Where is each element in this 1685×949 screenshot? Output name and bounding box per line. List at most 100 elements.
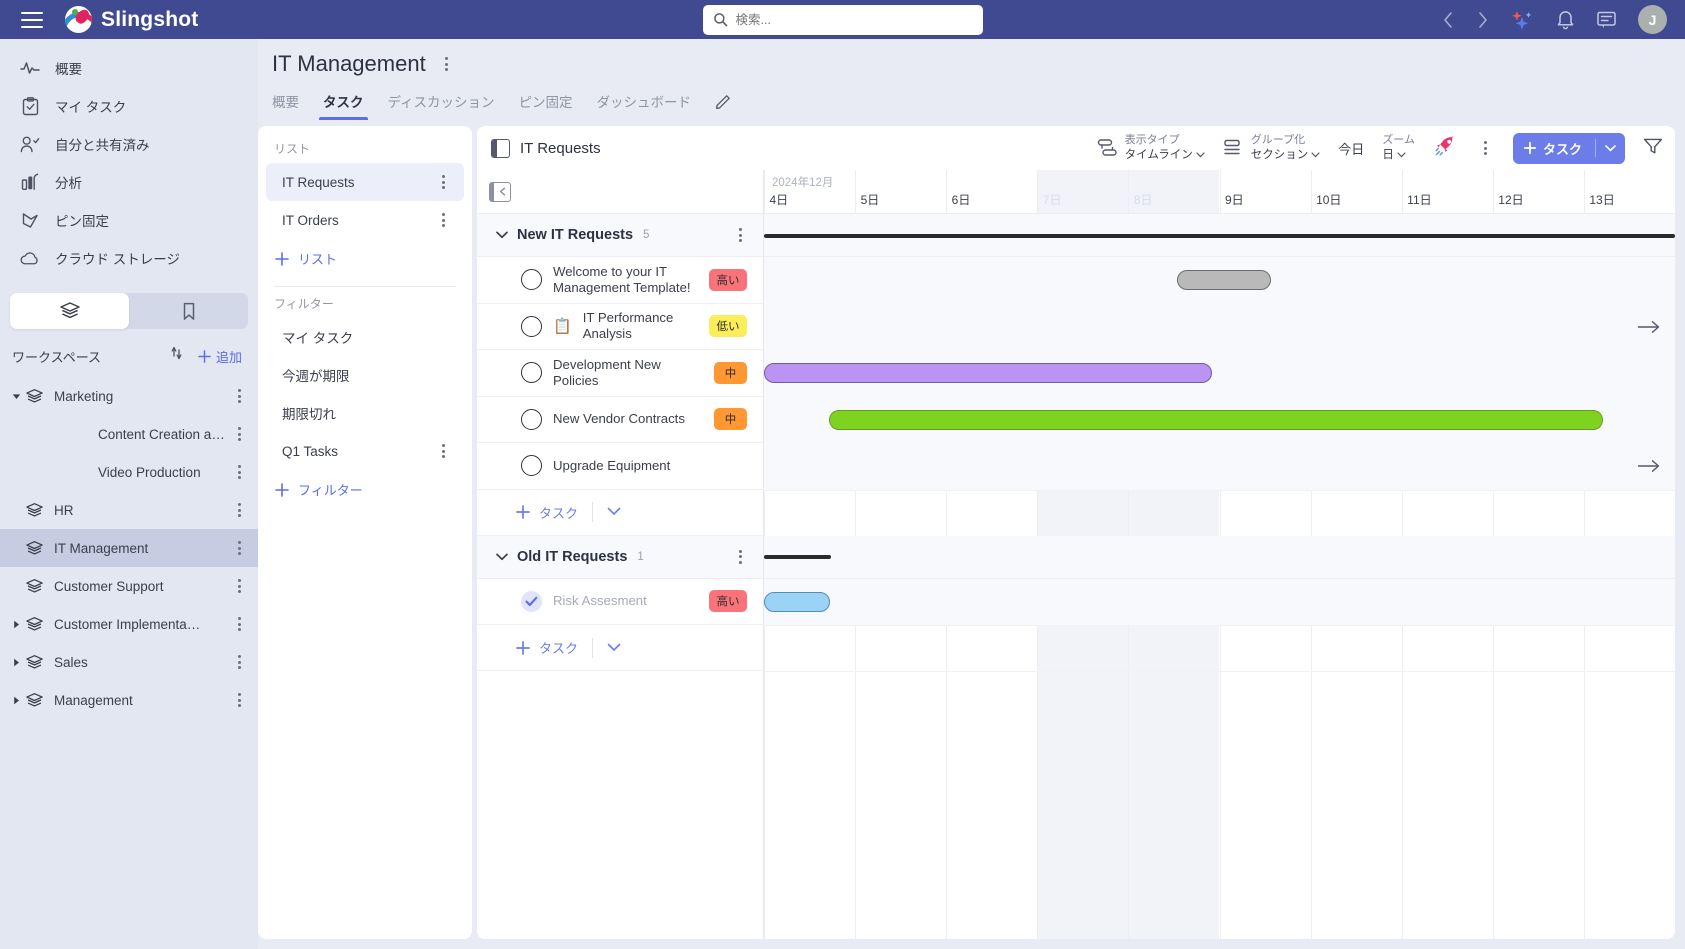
list-more-icon[interactable] bbox=[434, 213, 452, 227]
filter-item-my-tasks[interactable]: マイ タスク bbox=[266, 318, 464, 356]
chat-icon[interactable] bbox=[1596, 10, 1617, 30]
workspace-item-hr[interactable]: HR bbox=[0, 491, 258, 529]
sidebar-item-analytics[interactable]: 分析 bbox=[0, 163, 258, 201]
caret-right-icon[interactable] bbox=[8, 620, 24, 629]
workspace-item-customer-implementa[interactable]: Customer Implementa… bbox=[0, 605, 258, 643]
caret-right-icon[interactable] bbox=[8, 658, 24, 667]
sidebar-item-shared-with-me[interactable]: 自分と共有済み bbox=[0, 125, 258, 163]
workspace-item-content-creation-an[interactable]: Content Creation an… bbox=[0, 415, 258, 453]
project-more-icon[interactable] bbox=[438, 57, 456, 71]
table-row[interactable]: New Vendor Contracts 中 bbox=[477, 397, 763, 443]
task-checkbox[interactable] bbox=[521, 315, 542, 337]
gantt-section-more-icon[interactable] bbox=[731, 228, 749, 242]
table-row[interactable]: Upgrade Equipment bbox=[477, 443, 763, 490]
workspace-item-sales[interactable]: Sales bbox=[0, 643, 258, 681]
filter-icon[interactable] bbox=[1643, 137, 1663, 160]
table-row[interactable]: 📋 IT Performance Analysis 低い bbox=[477, 304, 763, 350]
filter-item-due-this-week[interactable]: 今週が期限 bbox=[266, 356, 464, 394]
add-task-options-icon[interactable] bbox=[607, 639, 621, 657]
gantt-more-icon[interactable] bbox=[1477, 141, 1495, 155]
task-checkbox[interactable] bbox=[521, 269, 542, 291]
filter-item-overdue[interactable]: 期限切れ bbox=[266, 394, 464, 432]
sidebar-item-pinned[interactable]: ピン固定 bbox=[0, 201, 258, 239]
workspace-item-video-production[interactable]: Video Production bbox=[0, 453, 258, 491]
search-input[interactable] bbox=[735, 12, 973, 27]
chevron-down-icon[interactable] bbox=[491, 231, 513, 239]
table-row[interactable]: Risk Assesment 高い bbox=[477, 579, 763, 625]
caret-down-icon[interactable] bbox=[8, 393, 24, 400]
hamburger-menu-icon[interactable] bbox=[21, 11, 43, 28]
table-row[interactable]: Development New Policies 中 bbox=[477, 350, 763, 397]
add-task-dropdown-icon[interactable] bbox=[1596, 144, 1625, 152]
gantt-bar[interactable] bbox=[764, 591, 830, 612]
caret-right-icon[interactable] bbox=[8, 696, 24, 705]
workspace-item-more-icon[interactable] bbox=[230, 693, 248, 707]
filter-more-icon[interactable] bbox=[434, 444, 452, 458]
sidebar-tab-workspaces[interactable] bbox=[10, 293, 129, 329]
workspace-tree: Marketing Content Creation an… Video Produ… bbox=[0, 377, 258, 719]
user-avatar[interactable]: J bbox=[1638, 5, 1667, 34]
ai-sparkle-icon[interactable] bbox=[1509, 9, 1535, 31]
sidebar-item-cloud-storage[interactable]: クラウド ストレージ bbox=[0, 239, 258, 277]
task-checkbox-checked[interactable] bbox=[521, 590, 542, 612]
bell-icon[interactable] bbox=[1556, 9, 1575, 30]
add-filter-button[interactable]: フィルター bbox=[258, 470, 472, 509]
gantt-bar[interactable] bbox=[828, 409, 1604, 430]
view-type-label: 表示タイプ bbox=[1124, 133, 1180, 146]
chevron-right-icon[interactable] bbox=[1476, 11, 1488, 29]
workspace-item-more-icon[interactable] bbox=[230, 617, 248, 631]
workspace-item-more-icon[interactable] bbox=[230, 541, 248, 555]
collapse-panel-icon[interactable] bbox=[489, 181, 511, 202]
tab-概要[interactable]: 概要 bbox=[272, 91, 299, 119]
today-button[interactable]: 今日 bbox=[1338, 139, 1364, 158]
tab-ピン固定[interactable]: ピン固定 bbox=[519, 91, 573, 119]
gantt-bar[interactable] bbox=[764, 363, 1213, 384]
tab-ディスカッション[interactable]: ディスカッション bbox=[388, 91, 495, 119]
rocket-icon[interactable] bbox=[1433, 134, 1459, 163]
add-workspace-button[interactable]: 追加 bbox=[197, 347, 242, 366]
workspace-item-it-management[interactable]: IT Management bbox=[0, 529, 258, 567]
task-checkbox[interactable] bbox=[521, 362, 542, 384]
pencil-icon[interactable] bbox=[715, 93, 732, 118]
workspace-item-more-icon[interactable] bbox=[230, 427, 248, 441]
tab-タスク[interactable]: タスク bbox=[319, 91, 367, 120]
workspace-item-more-icon[interactable] bbox=[230, 465, 248, 479]
view-type-selector[interactable]: 表示タイプ タイムライン bbox=[1097, 134, 1205, 162]
sidebar-tab-bookmarks[interactable] bbox=[129, 293, 248, 329]
gantt-section-header[interactable]: New IT Requests 5 bbox=[477, 214, 763, 257]
sort-arrows-icon[interactable] bbox=[168, 345, 185, 367]
list-item-it-orders[interactable]: IT Orders bbox=[266, 201, 464, 239]
gantt-section-header[interactable]: Old IT Requests 1 bbox=[477, 535, 763, 579]
table-row[interactable]: Welcome to your IT Management Template! 高… bbox=[477, 257, 763, 304]
tab-ダッシュボード[interactable]: ダッシュボード bbox=[597, 91, 692, 119]
task-checkbox[interactable] bbox=[521, 408, 542, 430]
workspace-item-more-icon[interactable] bbox=[230, 579, 248, 593]
workspace-item-more-icon[interactable] bbox=[230, 655, 248, 669]
gantt-section-more-icon[interactable] bbox=[731, 549, 749, 564]
task-checkbox[interactable] bbox=[521, 455, 542, 477]
scroll-to-task-arrow-icon[interactable] bbox=[1637, 320, 1661, 334]
add-task-options-icon[interactable] bbox=[607, 503, 621, 521]
sidebar-item-my-tasks[interactable]: マイ タスク bbox=[0, 87, 258, 125]
workspace-item-management[interactable]: Management bbox=[0, 681, 258, 719]
list-more-icon[interactable] bbox=[434, 175, 452, 189]
workspace-item-more-icon[interactable] bbox=[230, 389, 248, 403]
brand[interactable]: Slingshot bbox=[65, 6, 198, 33]
add-list-button[interactable]: リスト bbox=[258, 239, 472, 278]
workspace-item-marketing[interactable]: Marketing bbox=[0, 377, 258, 415]
chevron-left-icon[interactable] bbox=[1443, 11, 1455, 29]
zoom-selector[interactable]: ズーム 日 bbox=[1382, 134, 1415, 162]
search-box[interactable] bbox=[702, 4, 983, 35]
workspace-item-customer-support[interactable]: Customer Support bbox=[0, 567, 258, 605]
add-task-inline-button[interactable]: タスク bbox=[515, 638, 578, 657]
group-by-selector[interactable]: グループ化 セクション bbox=[1223, 134, 1321, 162]
workspace-item-more-icon[interactable] bbox=[230, 503, 248, 517]
sidebar-item-overview[interactable]: 概要 bbox=[0, 49, 258, 87]
filter-item-q1-tasks[interactable]: Q1 Tasks bbox=[266, 432, 464, 470]
scroll-to-task-arrow-icon[interactable] bbox=[1637, 459, 1661, 473]
gantt-bar[interactable] bbox=[1176, 270, 1271, 291]
add-task-button[interactable]: タスク bbox=[1512, 132, 1625, 164]
chevron-down-icon[interactable] bbox=[491, 553, 513, 561]
add-task-inline-button[interactable]: タスク bbox=[515, 503, 578, 522]
list-item-it-requests[interactable]: IT Requests bbox=[266, 163, 464, 201]
